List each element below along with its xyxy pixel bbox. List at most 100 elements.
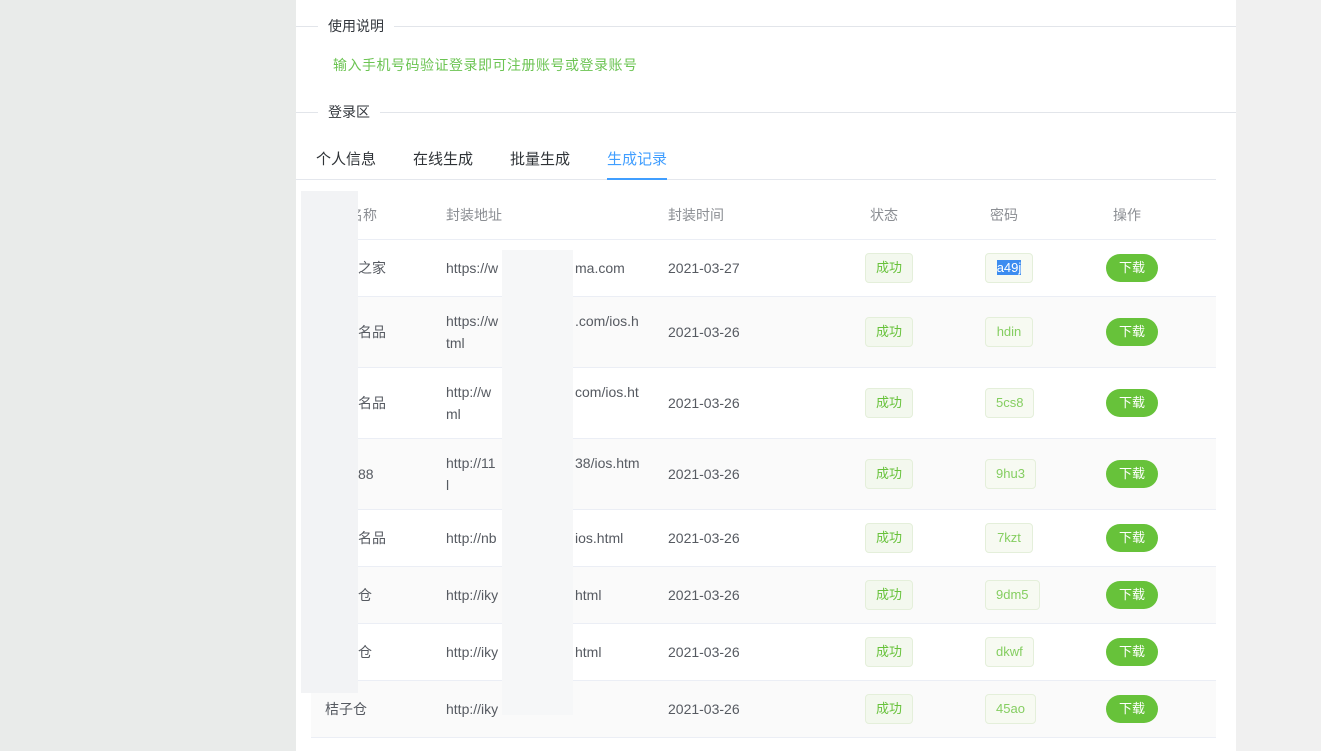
redaction-overlay-left [301, 191, 358, 693]
status-cell: 成功 [851, 637, 971, 667]
column-header-date: 封装时间 [651, 205, 851, 225]
password-cell: 9hu3 [971, 459, 1091, 489]
app-name: 桔子仓 [311, 699, 431, 719]
package-url-part2: com/ios.ht [575, 381, 639, 403]
status-cell: 成功 [851, 253, 971, 283]
package-date: 2021-03-26 [651, 466, 851, 482]
password-cell: 9dm5 [971, 580, 1091, 610]
status-cell: 成功 [851, 388, 971, 418]
password-badge[interactable]: a49j [985, 253, 1033, 283]
tab-batch-generate[interactable]: 批量生成 [510, 140, 570, 180]
column-header-url: 封装地址 [431, 204, 651, 226]
table-row: 88 http://11 38/ios.htm l 2021-03-26 成功 … [311, 439, 1216, 510]
download-button[interactable]: 下载 [1106, 695, 1158, 723]
page-left-gutter [0, 0, 296, 751]
password-badge[interactable]: 9hu3 [985, 459, 1036, 489]
status-cell: 成功 [851, 580, 971, 610]
status-cell: 成功 [851, 459, 971, 489]
table-header-row: 名称 封装地址 封装时间 状态 密码 操作 [311, 190, 1216, 240]
package-url-part2: ios.html [575, 527, 623, 549]
usage-section-title: 使用说明 [318, 18, 394, 34]
column-header-password: 密码 [971, 205, 1091, 225]
password-cell: hdin [971, 317, 1091, 347]
package-url-part2: 38/ios.htm [575, 452, 640, 474]
tab-bar: 个人信息 在线生成 批量生成 生成记录 [296, 140, 1216, 180]
tab-online-generate[interactable]: 在线生成 [413, 140, 473, 180]
password-badge[interactable]: 45ao [985, 694, 1036, 724]
status-badge: 成功 [865, 523, 913, 553]
download-button[interactable]: 下载 [1106, 581, 1158, 609]
status-badge: 成功 [865, 253, 913, 283]
package-url-part2: html [575, 584, 601, 606]
column-header-action: 操作 [1091, 205, 1216, 225]
status-badge: 成功 [865, 317, 913, 347]
package-url-part1: http://w [446, 384, 491, 400]
package-date: 2021-03-26 [651, 701, 851, 717]
package-url-part1: http://iky [446, 644, 498, 660]
password-cell: 7kzt [971, 523, 1091, 553]
table-row: 名品 https://w .com/ios.h tml 2021-03-26 成… [311, 297, 1216, 368]
package-date: 2021-03-26 [651, 587, 851, 603]
download-button[interactable]: 下载 [1106, 638, 1158, 666]
password-cell: 45ao [971, 694, 1091, 724]
package-url-part1: http://11 [446, 455, 496, 471]
password-cell: a49j [971, 253, 1091, 283]
action-cell: 下载 [1091, 581, 1216, 609]
package-url-part2: ma.com [575, 257, 625, 279]
download-button[interactable]: 下载 [1106, 318, 1158, 346]
password-badge[interactable]: hdin [985, 317, 1033, 347]
table-row: 名品 http://w com/ios.ht ml 2021-03-26 成功 … [311, 368, 1216, 439]
package-date: 2021-03-26 [651, 644, 851, 660]
download-button[interactable]: 下载 [1106, 389, 1158, 417]
status-badge: 成功 [865, 637, 913, 667]
action-cell: 下载 [1091, 254, 1216, 282]
action-cell: 下载 [1091, 318, 1216, 346]
tab-generate-records[interactable]: 生成记录 [607, 140, 667, 180]
status-cell: 成功 [851, 694, 971, 724]
package-url-part1: http://iky [446, 701, 498, 717]
package-url-part2: html [575, 641, 601, 663]
package-url-part1: https://w [446, 260, 498, 276]
password-cell: dkwf [971, 637, 1091, 667]
action-cell: 下载 [1091, 524, 1216, 552]
status-badge: 成功 [865, 580, 913, 610]
password-badge[interactable]: 7kzt [985, 523, 1033, 553]
action-cell: 下载 [1091, 460, 1216, 488]
divider-line [296, 112, 1236, 113]
password-badge[interactable]: 5cs8 [985, 388, 1034, 418]
action-cell: 下载 [1091, 695, 1216, 723]
status-cell: 成功 [851, 317, 971, 347]
password-cell: 5cs8 [971, 388, 1091, 418]
login-section-divider: 登录区 [296, 104, 1236, 120]
table-row: 仓 http://iky html 2021-03-26 成功 9dm5 下载 [311, 567, 1216, 624]
table-row: 仓 http://iky html 2021-03-26 成功 dkwf 下载 [311, 624, 1216, 681]
usage-section-divider: 使用说明 [296, 18, 1236, 34]
redaction-overlay-middle [502, 250, 573, 715]
tab-personal-info[interactable]: 个人信息 [316, 140, 376, 180]
status-cell: 成功 [851, 523, 971, 553]
table-row: 名品 http://nb ios.html 2021-03-26 成功 7kzt… [311, 510, 1216, 567]
download-button[interactable]: 下载 [1106, 254, 1158, 282]
package-url-part1: https://w [446, 313, 498, 329]
column-header-status: 状态 [851, 205, 971, 225]
download-button[interactable]: 下载 [1106, 460, 1158, 488]
action-cell: 下载 [1091, 638, 1216, 666]
status-badge: 成功 [865, 388, 913, 418]
divider-line [296, 26, 1236, 27]
status-badge: 成功 [865, 694, 913, 724]
login-section-title: 登录区 [318, 104, 380, 120]
package-date: 2021-03-26 [651, 530, 851, 546]
package-url-part1: http://iky [446, 587, 498, 603]
download-button[interactable]: 下载 [1106, 524, 1158, 552]
package-url-part1: http://nb [446, 530, 497, 546]
table-row: 之家 https://w ma.com 2021-03-27 成功 a49j 下… [311, 240, 1216, 297]
action-cell: 下载 [1091, 389, 1216, 417]
usage-note: 输入手机号码验证登录即可注册账号或登录账号 [333, 55, 638, 75]
table-row: 桔子仓 http://iky 2021-03-26 成功 45ao 下载 [311, 681, 1216, 738]
password-badge[interactable]: dkwf [985, 637, 1034, 667]
main-panel: 使用说明 输入手机号码验证登录即可注册账号或登录账号 登录区 个人信息 在线生成… [296, 0, 1236, 751]
package-url-part2: .com/ios.h [575, 310, 639, 332]
package-date: 2021-03-26 [651, 324, 851, 340]
password-badge[interactable]: 9dm5 [985, 580, 1040, 610]
records-table: 名称 封装地址 封装时间 状态 密码 操作 之家 https://w ma.co… [311, 190, 1216, 738]
